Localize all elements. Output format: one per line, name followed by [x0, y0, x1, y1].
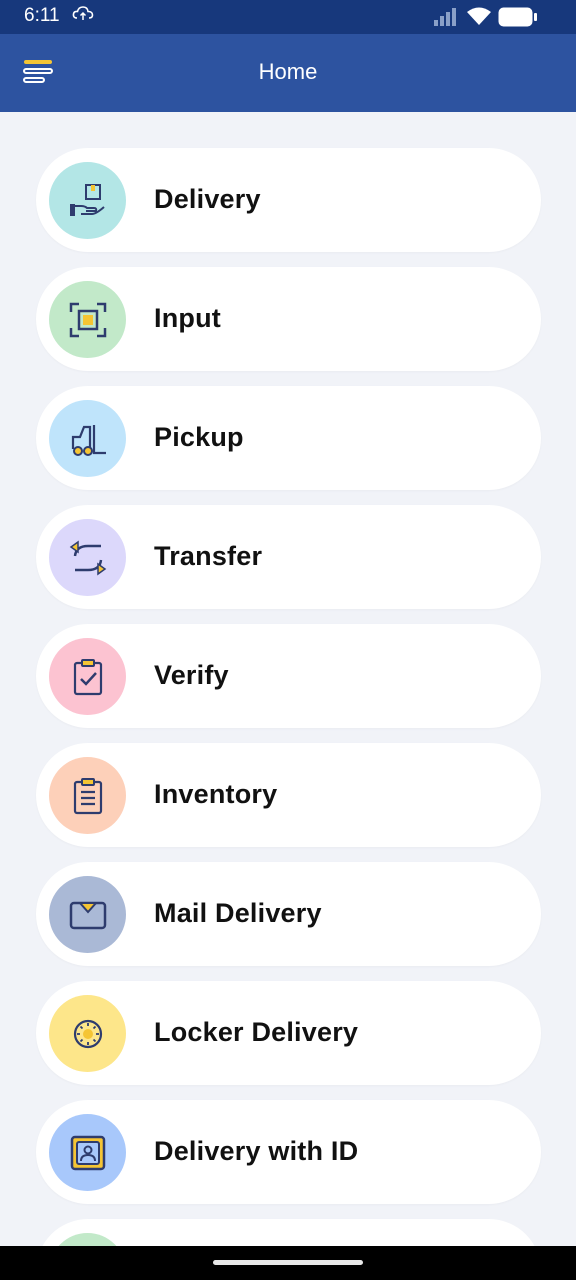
wifi-icon [467, 6, 491, 31]
mail-icon [69, 901, 106, 929]
menu-item-transfer[interactable]: Transfer [36, 505, 541, 609]
menu-item-icon-bg [49, 995, 126, 1072]
menu-item-pickup[interactable]: Pickup [36, 386, 541, 490]
menu-item-label: Delivery with ID [154, 1136, 359, 1166]
menu-item-icon-bg [49, 519, 126, 596]
menu-item-icon-bg [49, 757, 126, 834]
clipboard-check-icon [73, 658, 102, 695]
menu-item-icon-bg [49, 638, 126, 715]
hand-box-icon [69, 183, 105, 216]
id-card-icon [70, 1135, 105, 1170]
menu-item-delivery[interactable]: Delivery [36, 148, 541, 252]
transfer-arrows-icon [69, 540, 106, 575]
status-bar: 6:11 [0, 0, 576, 34]
menu-item-icon-bg [49, 281, 126, 358]
status-time: 6:11 [24, 5, 60, 26]
menu-item-label: Delivery [154, 184, 261, 214]
forklift-icon [71, 424, 106, 456]
menu-item-icon-bg [49, 1114, 126, 1191]
clipboard-list-icon [73, 777, 102, 814]
locker-dial-icon [73, 1019, 102, 1048]
menu-item-input[interactable]: Input [36, 267, 541, 371]
menu-item-icon-bg [49, 400, 126, 477]
menu-item-label: Verify [154, 660, 229, 690]
signal-icon [434, 8, 459, 31]
menu-item-label: Pickup [154, 422, 244, 452]
menu-item-icon-bg [49, 876, 126, 953]
battery-icon [498, 7, 538, 32]
menu-item-mail-delivery[interactable]: Mail Delivery [36, 862, 541, 966]
menu-item-locker-delivery[interactable]: Locker Delivery [36, 981, 541, 1085]
system-nav-bar [0, 1246, 576, 1280]
menu-item-partial[interactable] [36, 1219, 541, 1246]
menu-item-delivery-with-id[interactable]: Delivery with ID [36, 1100, 541, 1204]
menu-item-icon-bg [49, 162, 126, 239]
app-bar: Home [0, 34, 576, 112]
menu-item-label: Transfer [154, 541, 263, 571]
menu-item-label: Inventory [154, 779, 278, 809]
cloud-upload-icon [72, 5, 94, 28]
menu-item-inventory[interactable]: Inventory [36, 743, 541, 847]
page-title: Home [258, 59, 318, 84]
scan-frame-icon [69, 302, 106, 337]
menu-item-icon-bg [49, 1233, 126, 1246]
menu-item-label: Locker Delivery [154, 1017, 359, 1047]
menu-item-verify[interactable]: Verify [36, 624, 541, 728]
menu-item-label: Mail Delivery [154, 898, 322, 928]
menu-item-label: Input [154, 303, 221, 333]
menu-list: Delivery Input Pickup Transfer Verify In… [0, 112, 576, 1246]
home-gesture-handle[interactable] [213, 1260, 363, 1265]
